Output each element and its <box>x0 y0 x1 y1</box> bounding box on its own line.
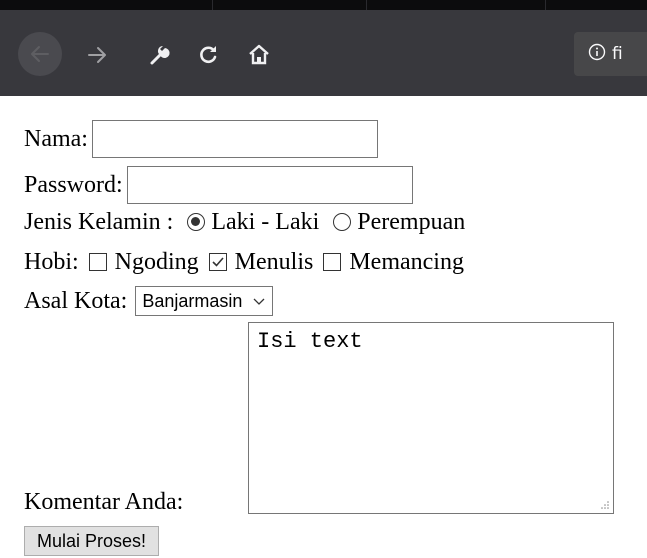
gender-radio-female[interactable] <box>333 213 352 231</box>
city-select[interactable]: Banjarmasin <box>135 286 274 316</box>
tools-button[interactable] <box>144 40 174 70</box>
forward-arrow-icon <box>88 47 106 63</box>
reload-icon <box>200 46 217 64</box>
gender-female-label: Perempuan <box>357 209 466 235</box>
comment-textarea[interactable]: Isi text <box>248 322 614 514</box>
resize-handle-icon[interactable] <box>600 500 610 510</box>
gender-row: Jenis Kelamin : Laki - Laki Perempuan <box>24 208 465 236</box>
password-label: Password: <box>24 172 123 198</box>
hobby-label: Hobi: <box>24 249 79 275</box>
hobby-row: Hobi: Ngoding Menulis Memancing <box>24 248 464 276</box>
info-icon[interactable] <box>588 43 606 66</box>
home-button[interactable] <box>244 40 274 70</box>
comment-row: Komentar Anda: <box>24 488 183 516</box>
password-input[interactable] <box>126 166 413 204</box>
address-text: fi <box>612 44 623 64</box>
city-selected-value: Banjarmasin <box>142 290 243 311</box>
browser-toolbar: fi <box>0 10 647 96</box>
nama-row: Nama: <box>24 120 378 158</box>
gender-male-label: Laki - Laki <box>211 209 320 235</box>
reload-button[interactable] <box>194 40 224 70</box>
wrench-icon <box>150 46 170 65</box>
form: Nama: Password: Jenis Kelamin : Laki - L… <box>0 96 647 558</box>
submit-button[interactable]: Mulai Proses! <box>24 526 160 556</box>
city-label: Asal Kota: <box>24 288 128 314</box>
hobby-menulis-label: Menulis <box>234 249 314 275</box>
hobby-checkbox-ngoding[interactable] <box>88 253 107 271</box>
hobby-checkbox-menulis[interactable] <box>208 253 227 271</box>
nama-input[interactable] <box>91 120 378 158</box>
hobby-ngoding-label: Ngoding <box>114 249 199 275</box>
back-button[interactable] <box>18 32 62 76</box>
tab-strip <box>0 0 647 10</box>
hobby-memancing-label: Memancing <box>349 249 464 275</box>
tab-divider <box>366 0 367 10</box>
checkmark-icon <box>212 257 224 267</box>
home-icon <box>249 44 269 65</box>
city-row: Asal Kota: Banjarmasin <box>24 286 274 316</box>
forward-button[interactable] <box>82 40 112 70</box>
gender-radio-male[interactable] <box>187 213 206 231</box>
tab-divider <box>545 0 546 10</box>
tab-divider <box>212 0 213 10</box>
gender-label: Jenis Kelamin : <box>24 209 174 235</box>
nama-label: Nama: <box>24 126 88 152</box>
back-arrow-icon <box>31 46 49 62</box>
address-bar[interactable]: fi <box>574 32 647 76</box>
chevron-down-icon <box>252 296 266 306</box>
comment-label: Komentar Anda: <box>24 489 184 515</box>
comment-value: Isi text <box>257 329 363 354</box>
hobby-checkbox-memancing[interactable] <box>323 253 342 271</box>
password-row: Password: <box>24 166 413 204</box>
